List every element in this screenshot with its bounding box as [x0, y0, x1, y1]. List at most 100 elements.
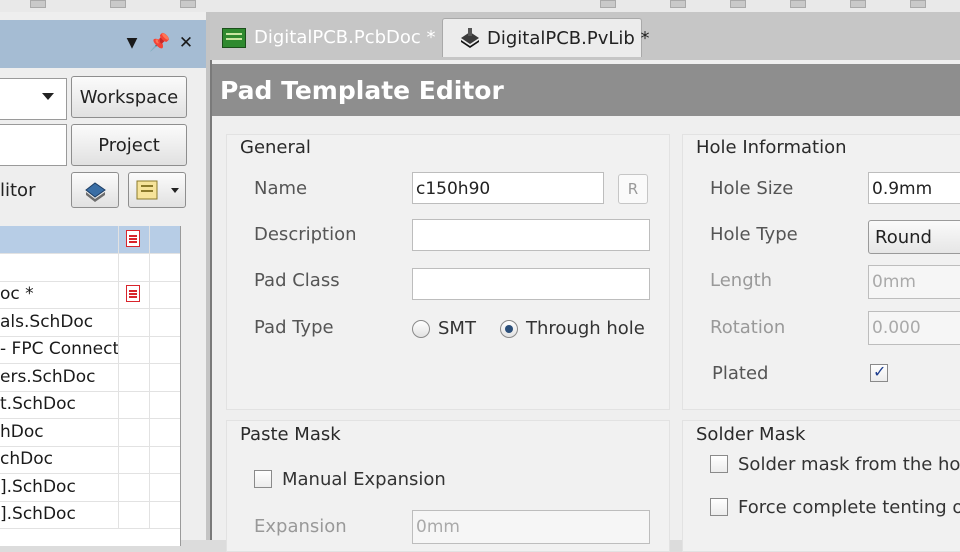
hole-info-title: Hole Information	[696, 137, 847, 158]
chevron-down-icon	[42, 93, 54, 100]
plated-label: Plated	[712, 363, 769, 384]
toolbar-icon[interactable]	[730, 0, 746, 8]
description-field[interactable]	[412, 219, 650, 251]
file-extra-cell	[149, 226, 181, 253]
file-name: ers.SchDoc	[0, 366, 96, 387]
file-status-cell	[118, 336, 149, 363]
file-status-cell	[118, 363, 149, 391]
name-label: Name	[254, 178, 308, 199]
workspace-button[interactable]: Workspace	[71, 76, 187, 118]
file-row[interactable]	[0, 253, 181, 282]
file-extra-cell	[149, 308, 181, 336]
file-name: hDoc	[0, 421, 44, 442]
document-icon	[126, 230, 140, 247]
expansion-field[interactable]: 0mm	[412, 510, 650, 544]
reset-name-button[interactable]: R	[618, 174, 648, 204]
plated-checkbox[interactable]	[870, 362, 888, 382]
tab-pcbdoc[interactable]: DigitalPCB.PcbDoc *	[210, 18, 440, 56]
project-options-button[interactable]	[128, 172, 186, 208]
file-extra-cell	[149, 363, 181, 391]
toolbar-icon[interactable]	[180, 0, 196, 8]
document-icon	[126, 285, 140, 302]
tab-pvlib[interactable]: DigitalPCB.PvLib *	[442, 18, 650, 57]
file-extra-cell	[149, 281, 181, 308]
file-extra-cell	[149, 446, 181, 473]
file-row[interactable]: - FPC Connect	[0, 336, 180, 364]
compile-icon	[85, 182, 106, 202]
through-hole-radio[interactable]	[500, 320, 518, 338]
file-status-cell	[118, 446, 149, 473]
smt-radio[interactable]	[412, 320, 430, 338]
toolbar-icon[interactable]	[30, 0, 46, 8]
document-tabs: DigitalPCB.PcbDoc * DigitalPCB.PvLib *	[210, 12, 960, 60]
file-status-cell	[118, 226, 149, 253]
file-row[interactable]: ].SchDoc	[0, 501, 180, 529]
hole-size-field[interactable]: 0.9mm	[868, 172, 960, 204]
file-extra-cell	[149, 501, 181, 528]
length-label: Length	[710, 270, 773, 291]
general-title: General	[240, 137, 311, 158]
tab-label: DigitalPCB.PcbDoc *	[254, 26, 436, 48]
hole-type-select[interactable]: Round	[868, 220, 960, 254]
solder-from-hole-label: Solder mask from the hol	[738, 454, 960, 475]
toolbar-icon[interactable]	[910, 0, 926, 8]
expansion-label: Expansion	[254, 516, 347, 537]
project-options-icon	[136, 180, 179, 200]
pad-class-label: Pad Class	[254, 270, 340, 291]
editor-label: litor	[0, 180, 36, 201]
name-field[interactable]: c150h90	[412, 172, 604, 204]
project-combo[interactable]	[0, 124, 67, 166]
file-row[interactable]: als.SchDoc	[0, 308, 181, 337]
description-label: Description	[254, 224, 357, 245]
file-row[interactable]	[0, 226, 180, 254]
workspace-combo[interactable]	[0, 78, 67, 120]
project-button[interactable]: Project	[71, 124, 187, 166]
file-name: ].SchDoc	[0, 504, 76, 524]
file-status-cell	[118, 308, 149, 336]
pad-type-label: Pad Type	[254, 317, 334, 338]
toolbar-icon[interactable]	[110, 0, 126, 8]
file-row[interactable]: ].SchDoc	[0, 473, 181, 502]
toolbar-icon[interactable]	[850, 0, 866, 8]
file-extra-cell	[149, 418, 181, 446]
compile-button[interactable]	[71, 172, 119, 208]
file-status-cell	[118, 391, 149, 418]
pin-icon[interactable]: 📌	[149, 33, 170, 53]
manual-expansion-checkbox[interactable]	[254, 470, 272, 488]
file-row[interactable]: oc *	[0, 281, 180, 309]
length-field[interactable]: 0mm	[868, 265, 960, 299]
pad-class-field[interactable]	[412, 268, 650, 300]
file-status-cell	[118, 253, 149, 281]
file-extra-cell	[149, 473, 181, 501]
hole-type-label: Hole Type	[710, 224, 798, 245]
library-icon	[461, 28, 479, 48]
panel-menu-icon[interactable]: ▼	[122, 35, 142, 51]
pad-template-editor: Pad Template Editor General Name c150h90…	[210, 60, 960, 552]
force-tenting-checkbox[interactable]	[710, 498, 728, 516]
file-row[interactable]: hDoc	[0, 418, 181, 447]
file-status-cell	[118, 281, 149, 308]
paste-mask-title: Paste Mask	[240, 424, 341, 445]
file-status-cell	[118, 418, 149, 446]
project-file-list: oc * als.SchDoc - FPC Connect ers.SchDoc t.S…	[0, 226, 181, 546]
toolbar-icon[interactable]	[790, 0, 806, 8]
file-row[interactable]: ers.SchDoc	[0, 363, 181, 392]
file-status-cell	[118, 473, 149, 501]
toolbar-icon[interactable]	[670, 0, 686, 8]
manual-expansion-label: Manual Expansion	[282, 469, 446, 490]
close-icon[interactable]: ✕	[176, 33, 196, 53]
file-name: ].SchDoc	[0, 476, 76, 497]
file-extra-cell	[149, 391, 181, 418]
file-extra-cell	[149, 253, 181, 281]
file-name: - FPC Connect	[0, 339, 118, 359]
page-title: Pad Template Editor	[212, 64, 960, 116]
rotation-label: Rotation	[710, 317, 786, 338]
toolbar-icon[interactable]	[600, 0, 616, 8]
file-extra-cell	[149, 336, 181, 363]
solder-from-hole-checkbox[interactable]	[710, 455, 728, 473]
rotation-field[interactable]: 0.000	[868, 311, 960, 345]
pcb-icon	[222, 28, 246, 48]
file-row[interactable]: chDoc	[0, 446, 180, 474]
file-status-cell	[118, 501, 149, 528]
file-row[interactable]: t.SchDoc	[0, 391, 180, 419]
